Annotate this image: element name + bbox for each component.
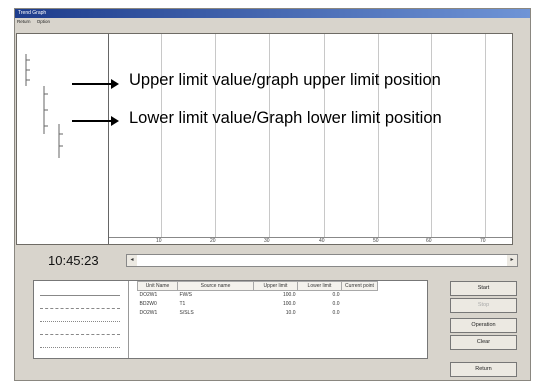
legend-line [40, 295, 120, 296]
col-source-name: Source name [177, 281, 254, 291]
scroll-right-icon[interactable]: ▸ [507, 255, 517, 266]
cell-source: S/SLS [179, 310, 194, 316]
cell-lower: 0.0 [332, 310, 340, 316]
return-button[interactable]: Return [450, 362, 517, 377]
col-unit-name: Unit Name [137, 281, 178, 291]
upper-arrow [72, 79, 119, 89]
cell-current [342, 300, 378, 309]
cell-upper: 100.0 [282, 292, 296, 299]
scale-area [17, 34, 109, 244]
clear-button[interactable]: Clear [450, 335, 517, 350]
legend-line [40, 321, 120, 322]
cell-lower: 0.0 [332, 301, 340, 307]
scroll-left-icon[interactable]: ◂ [127, 255, 137, 266]
col-upper-limit: Upper limit [253, 281, 298, 291]
menu-bar: Return Option [15, 18, 530, 26]
tick-label: 20 [210, 238, 216, 244]
col-lower-limit: Lower limit [297, 281, 342, 291]
time-scrollbar[interactable]: ◂ ▸ [126, 254, 518, 267]
grid-line [485, 34, 486, 237]
legend-line [40, 308, 120, 309]
grid-line [431, 34, 432, 237]
time-axis [109, 237, 512, 238]
table-row[interactable]: DO2W1 S/SLS 10.0 0.0 [138, 309, 378, 318]
scale-markers [25, 54, 63, 158]
cell-source: FW/S [179, 292, 193, 299]
cell-upper: 10.0 [285, 310, 296, 316]
tick-label: 60 [426, 238, 432, 244]
lower-limit-annotation: Lower limit value/Graph lower limit posi… [129, 109, 442, 127]
cell-unit: DO2W1 [139, 292, 158, 299]
tick-label: 30 [264, 238, 270, 244]
menu-return[interactable]: Return [17, 19, 31, 24]
grid-line [378, 34, 379, 237]
col-current-point: Current point [341, 281, 378, 291]
grid-line [324, 34, 325, 237]
cell-lower: 0.0 [332, 292, 340, 299]
cell-unit: BD2W0 [139, 301, 157, 307]
grid-line [269, 34, 270, 237]
lower-arrow [72, 116, 119, 126]
legend-lines [34, 281, 129, 358]
clock-display: 10:45:23 [48, 253, 99, 268]
upper-limit-annotation: Upper limit value/graph upper limit posi… [129, 71, 441, 89]
cell-upper: 100.0 [282, 301, 296, 307]
menu-option[interactable]: Option [37, 19, 50, 24]
legend-line [40, 347, 120, 348]
window-title: Trend Graph [15, 9, 530, 18]
tick-label: 70 [480, 238, 486, 244]
table-row[interactable]: DO2W1 FW/S 100.0 0.0 [138, 291, 378, 300]
plot-area: 10 20 30 40 50 60 70 [109, 34, 512, 244]
units-table: Unit Name Source name Upper limit Lower … [137, 281, 378, 318]
operation-button[interactable]: Operation [450, 318, 517, 333]
grid-line [161, 34, 162, 237]
cell-unit: DO2W1 [139, 310, 158, 316]
tick-label: 10 [156, 238, 162, 244]
legend-line [40, 334, 120, 335]
grid-line [215, 34, 216, 237]
table-row[interactable]: BD2W0 T1 100.0 0.0 [138, 300, 378, 309]
cell-current [342, 291, 378, 300]
tick-label: 40 [319, 238, 325, 244]
table-header-row: Unit Name Source name Upper limit Lower … [137, 281, 378, 291]
legend-panel: Unit Name Source name Upper limit Lower … [33, 280, 428, 359]
tick-label: 50 [373, 238, 379, 244]
stop-button[interactable]: Stop [450, 298, 517, 313]
start-button[interactable]: Start [450, 281, 517, 296]
cell-current [342, 309, 378, 318]
trend-graph-panel: 10 20 30 40 50 60 70 [16, 33, 513, 245]
cell-source: T1 [179, 301, 186, 307]
